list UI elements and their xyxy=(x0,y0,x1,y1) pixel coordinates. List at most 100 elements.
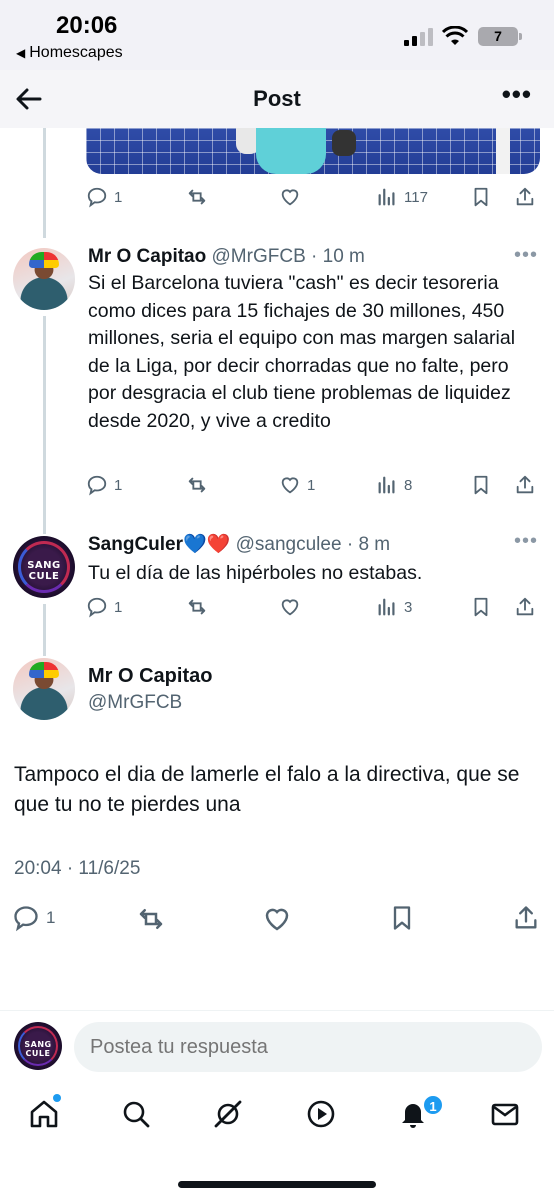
cellular-signal-icon xyxy=(404,28,433,46)
author-name[interactable]: Mr O Capitao xyxy=(88,665,212,688)
views-count: 8 xyxy=(404,476,413,494)
repost-icon xyxy=(139,909,163,929)
post-timestamp: 20:04 · 11/6/25 xyxy=(14,858,141,879)
jester-hat xyxy=(29,252,59,268)
reply-input[interactable] xyxy=(74,1022,542,1072)
search-icon xyxy=(123,1101,150,1128)
views-button[interactable]: 117 xyxy=(376,186,428,208)
separator-dot: · xyxy=(305,246,323,267)
repost-button[interactable] xyxy=(186,186,208,208)
author-handle[interactable]: @MrGFCB xyxy=(88,692,182,714)
reply-button[interactable]: 1 xyxy=(86,596,122,618)
reply-icon xyxy=(87,597,107,618)
thread-line xyxy=(43,128,46,238)
home-icon xyxy=(30,1100,58,1128)
reply-count: 1 xyxy=(46,908,56,927)
back-app-label: Homescapes xyxy=(29,44,123,61)
share-button[interactable] xyxy=(514,474,536,496)
wifi-icon xyxy=(442,26,468,45)
bookmark-icon xyxy=(393,906,411,930)
reply-button[interactable]: 1 xyxy=(86,474,122,496)
like-button[interactable]: 1 xyxy=(279,474,315,496)
repost-icon xyxy=(188,599,206,615)
author-name[interactable]: SangCuler💙❤️ xyxy=(88,534,230,555)
reply-button[interactable]: 1 xyxy=(86,186,122,208)
avatar[interactable]: SANG CULE xyxy=(14,1022,62,1070)
reply-button[interactable]: 1 xyxy=(12,904,55,932)
bookmark-icon xyxy=(474,475,488,495)
goal-post xyxy=(496,128,510,174)
post-actions: 1 xyxy=(12,904,542,934)
share-button[interactable] xyxy=(514,186,536,208)
views-button[interactable]: 8 xyxy=(376,474,412,496)
heart-icon xyxy=(281,477,299,494)
share-button[interactable] xyxy=(514,596,536,618)
views-button[interactable]: 3 xyxy=(376,596,412,618)
author-handle[interactable]: @MrGFCB xyxy=(212,246,306,267)
heart-icon xyxy=(281,189,299,206)
tab-grok[interactable] xyxy=(212,1098,248,1134)
avatar[interactable] xyxy=(13,658,75,720)
share-icon xyxy=(516,475,534,494)
views-chart-icon xyxy=(378,476,395,494)
more-options-icon[interactable]: ••• xyxy=(514,530,538,553)
bookmark-button[interactable] xyxy=(470,474,492,496)
reply-icon xyxy=(87,475,107,496)
repost-button[interactable] xyxy=(186,596,208,618)
share-icon xyxy=(516,187,534,206)
repost-icon xyxy=(188,477,206,493)
more-options-icon[interactable]: ••• xyxy=(514,244,538,267)
author-name[interactable]: Mr O Capitao xyxy=(88,246,206,267)
reply-text: Tu el día de las hipérboles no estabas. xyxy=(88,562,423,584)
post-image[interactable] xyxy=(86,128,540,174)
grok-icon xyxy=(214,1100,242,1128)
share-icon xyxy=(516,597,534,616)
avatar[interactable]: SANG CULE xyxy=(13,536,75,598)
tab-messages[interactable] xyxy=(489,1098,525,1134)
post-actions: 1 3 xyxy=(86,596,540,626)
avatar-text: SANG CULE xyxy=(27,560,61,582)
bookmark-button[interactable] xyxy=(470,596,492,618)
share-button[interactable] xyxy=(512,904,540,932)
reply-count: 1 xyxy=(114,188,123,206)
reply-text: Si el Barcelona tuviera "cash" es decir … xyxy=(88,272,516,432)
post-actions: 1 117 xyxy=(86,186,540,216)
reply-header: Mr O Capitao @MrGFCB · 10 m xyxy=(88,246,365,268)
tab-search[interactable] xyxy=(120,1098,156,1134)
separator-dot: · xyxy=(341,534,359,555)
bookmark-button[interactable] xyxy=(470,186,492,208)
reply-header: SangCuler💙❤️ @sangculee · 8 m xyxy=(88,532,390,556)
status-bar: 20:06 ◀ Homescapes 7 xyxy=(0,0,554,70)
repost-button[interactable] xyxy=(186,474,208,496)
bookmark-button[interactable] xyxy=(388,904,416,932)
like-button[interactable] xyxy=(279,596,301,618)
reply-count: 1 xyxy=(114,476,123,494)
share-icon xyxy=(515,906,537,929)
home-indicator[interactable] xyxy=(178,1181,376,1188)
status-time: 20:06 xyxy=(56,12,118,39)
views-count: 3 xyxy=(404,598,413,616)
views-chart-icon xyxy=(378,188,395,206)
post-actions: 1 1 8 xyxy=(86,474,540,504)
author-handle[interactable]: @sangculee xyxy=(236,534,342,555)
thread-line xyxy=(43,604,46,656)
back-to-app-link[interactable]: ◀ Homescapes xyxy=(16,44,123,62)
repost-button[interactable] xyxy=(136,904,166,934)
notification-badge: 1 xyxy=(422,1094,444,1116)
views-chart-icon xyxy=(378,598,395,616)
like-count: 1 xyxy=(307,476,316,494)
tab-home[interactable] xyxy=(28,1098,64,1134)
reply-icon xyxy=(87,187,107,208)
like-button[interactable] xyxy=(262,904,292,934)
avatar[interactable] xyxy=(13,248,75,310)
top-nav-bar: Post ••• xyxy=(0,70,554,128)
post-age: 10 m xyxy=(322,246,365,267)
like-button[interactable] xyxy=(279,186,301,208)
bookmark-icon xyxy=(474,187,488,207)
more-options-icon[interactable]: ••• xyxy=(502,81,532,107)
jester-hat xyxy=(29,662,59,678)
mail-icon xyxy=(491,1103,519,1126)
tab-video[interactable] xyxy=(305,1098,341,1134)
goalkeeper-glove xyxy=(332,130,356,156)
bookmark-icon xyxy=(474,597,488,617)
